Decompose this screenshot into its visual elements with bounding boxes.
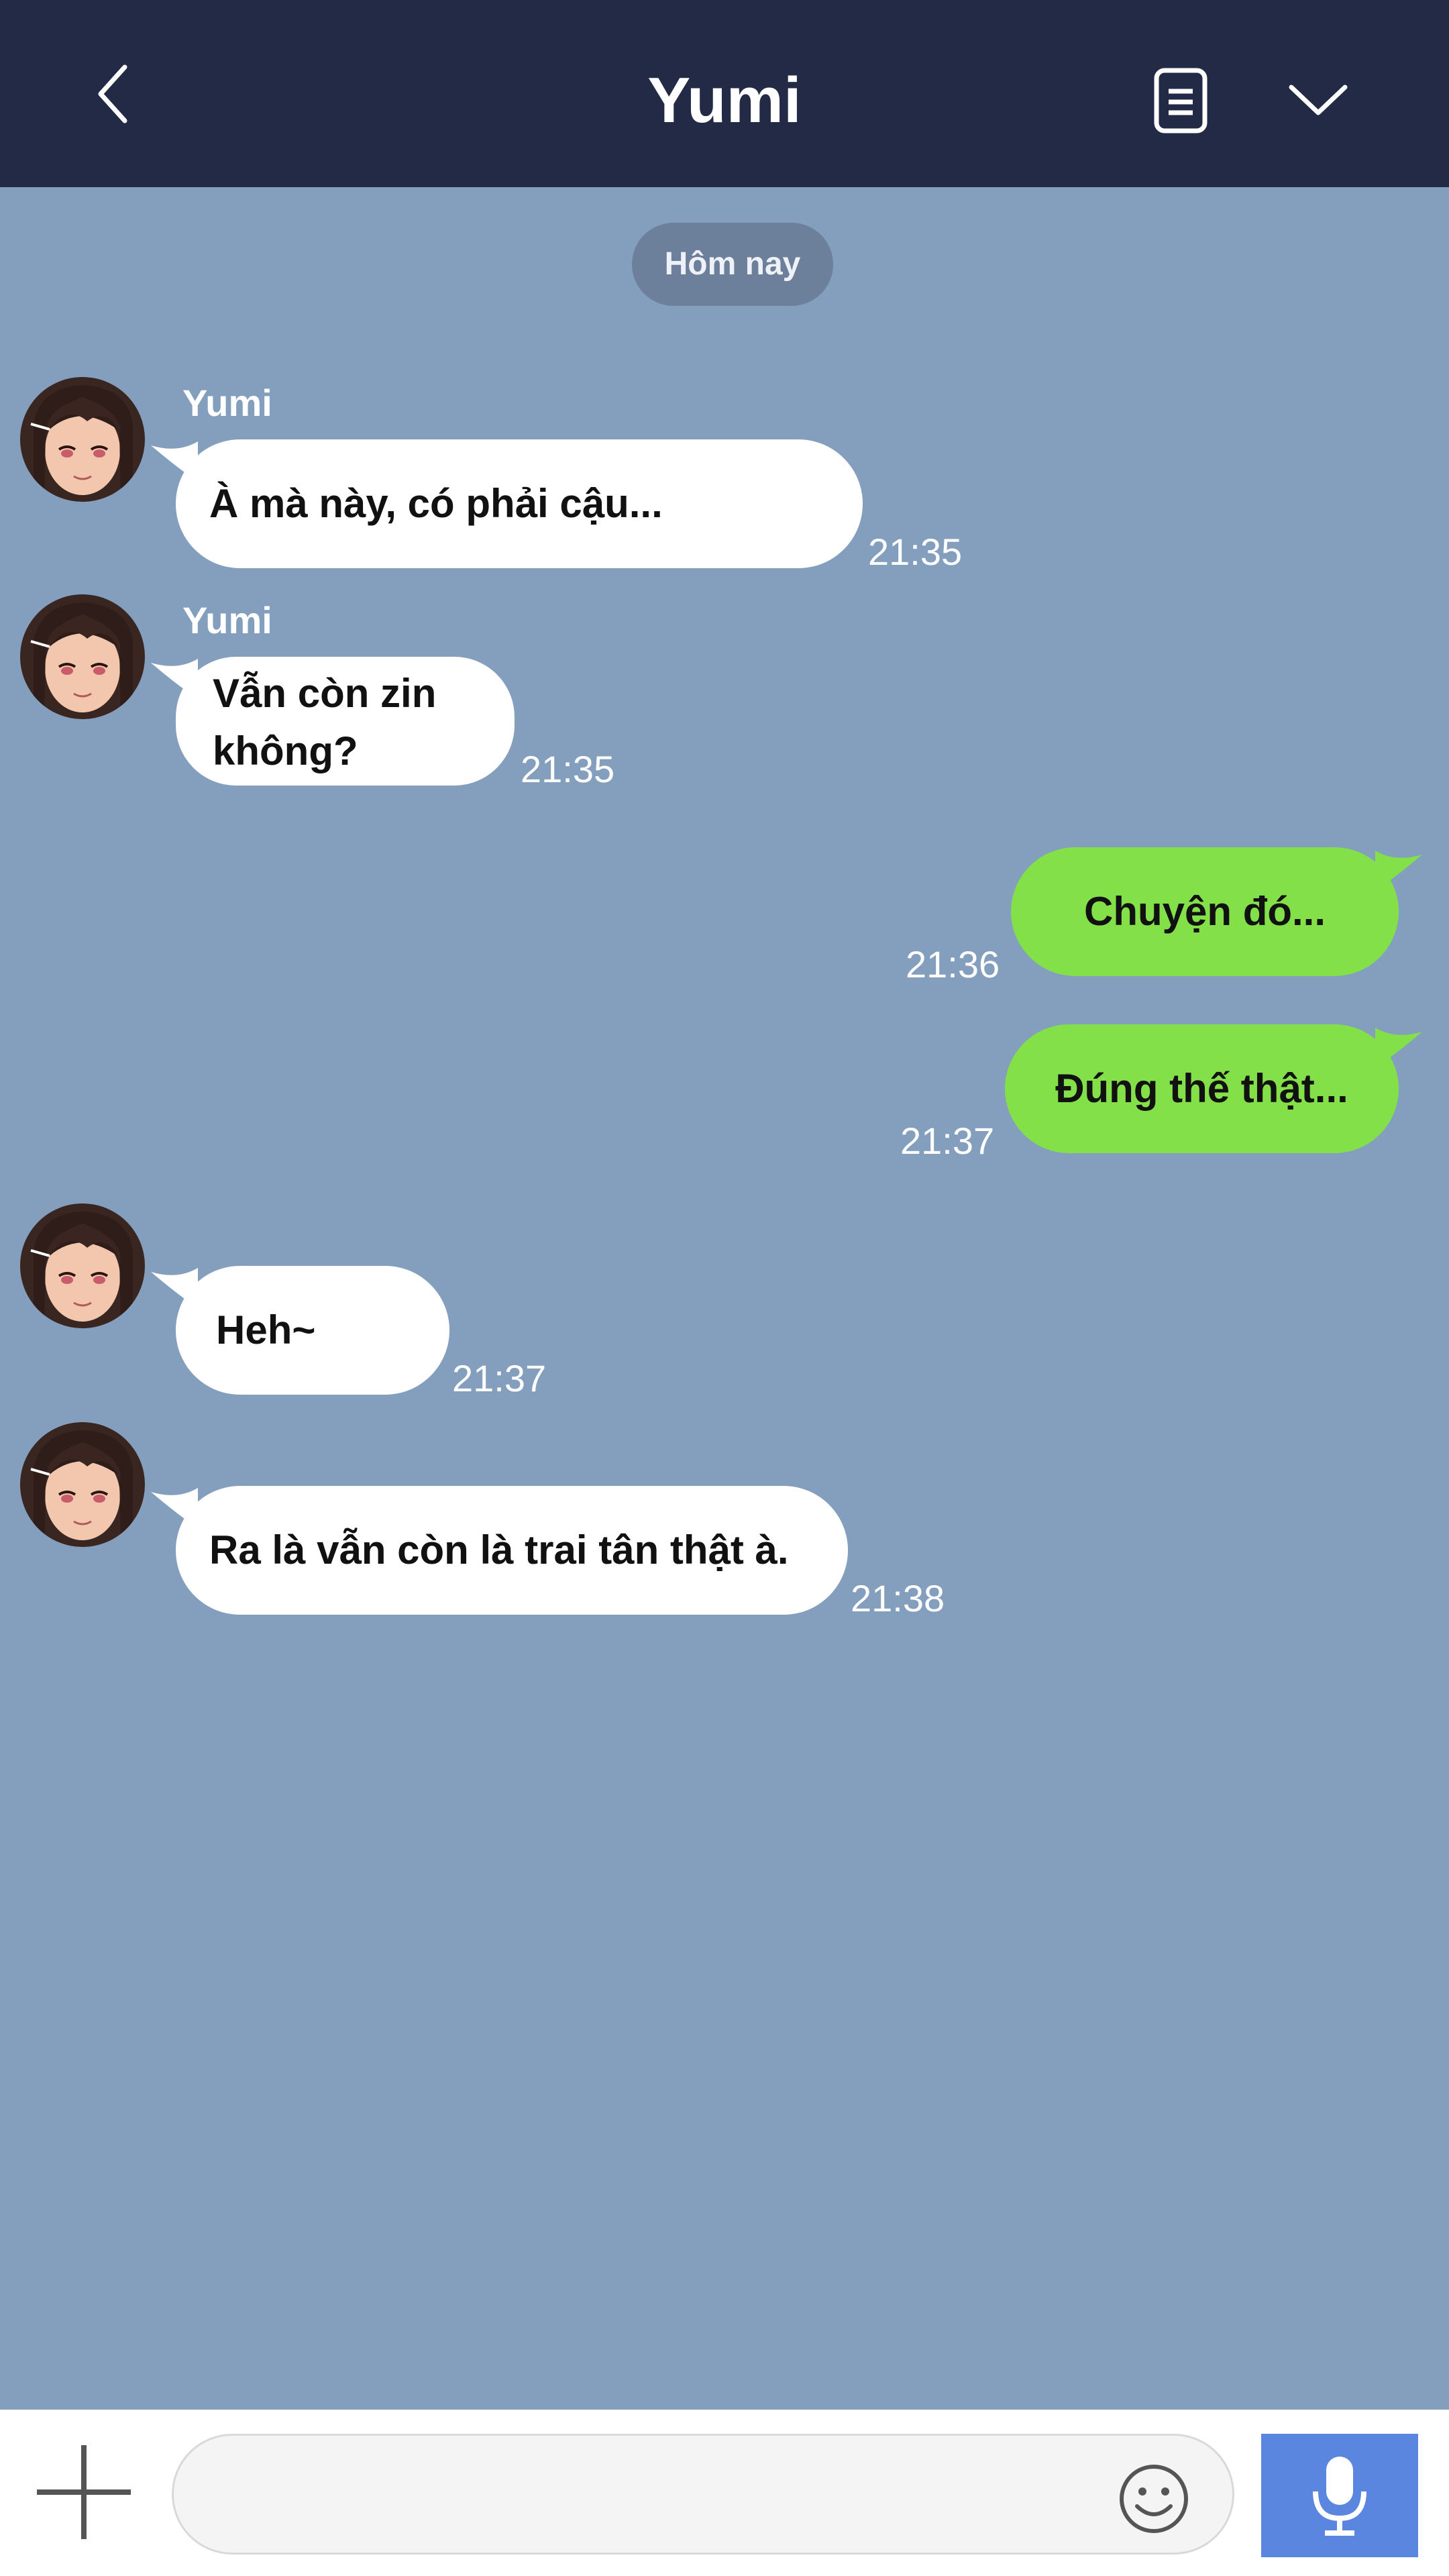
message-bubble[interactable]: À mà này, có phải cậu... [176,439,863,568]
message-bubble[interactable]: Đúng thế thật... [1005,1024,1399,1153]
message-bubble[interactable]: Chuyện đó... [1011,847,1399,976]
message-line: không? [213,729,358,773]
message-time: 21:38 [851,1577,945,1619]
message-bubble[interactable]: Vẫn còn zin không? [176,657,515,786]
message-bubble[interactable]: Heh~ [176,1266,449,1395]
message-time: 21:36 [906,943,1000,985]
notes-icon[interactable] [1147,67,1214,134]
bubble-tail [1375,851,1422,891]
bubble-tail [1375,1028,1422,1068]
message-time: 21:35 [868,531,963,573]
emoji-icon[interactable] [1117,2462,1191,2536]
chevron-left-icon[interactable] [79,60,146,127]
sender-name: Yumi [182,382,272,424]
avatar[interactable] [20,1422,145,1547]
chat-title: Yumi [647,64,802,136]
avatar[interactable] [20,594,145,719]
microphone-icon [1313,2457,1366,2536]
sender-name: Yumi [182,599,272,641]
message-bubble[interactable]: Ra là vẫn còn là trai tân thật à. [176,1486,848,1615]
message-time: 21:37 [452,1357,547,1399]
message-time: 21:35 [521,748,615,790]
microphone-button[interactable] [1261,2434,1418,2557]
message-line: Vẫn còn zin [213,671,437,716]
avatar[interactable] [20,1203,145,1328]
message-time: 21:37 [900,1120,995,1162]
chevron-down-icon[interactable] [1285,67,1352,134]
chat-header: Yumi [0,0,1449,187]
plus-icon[interactable] [34,2442,134,2542]
date-separator: Hôm nay [632,223,833,306]
message-input[interactable] [172,2434,1234,2555]
avatar[interactable] [20,377,145,502]
